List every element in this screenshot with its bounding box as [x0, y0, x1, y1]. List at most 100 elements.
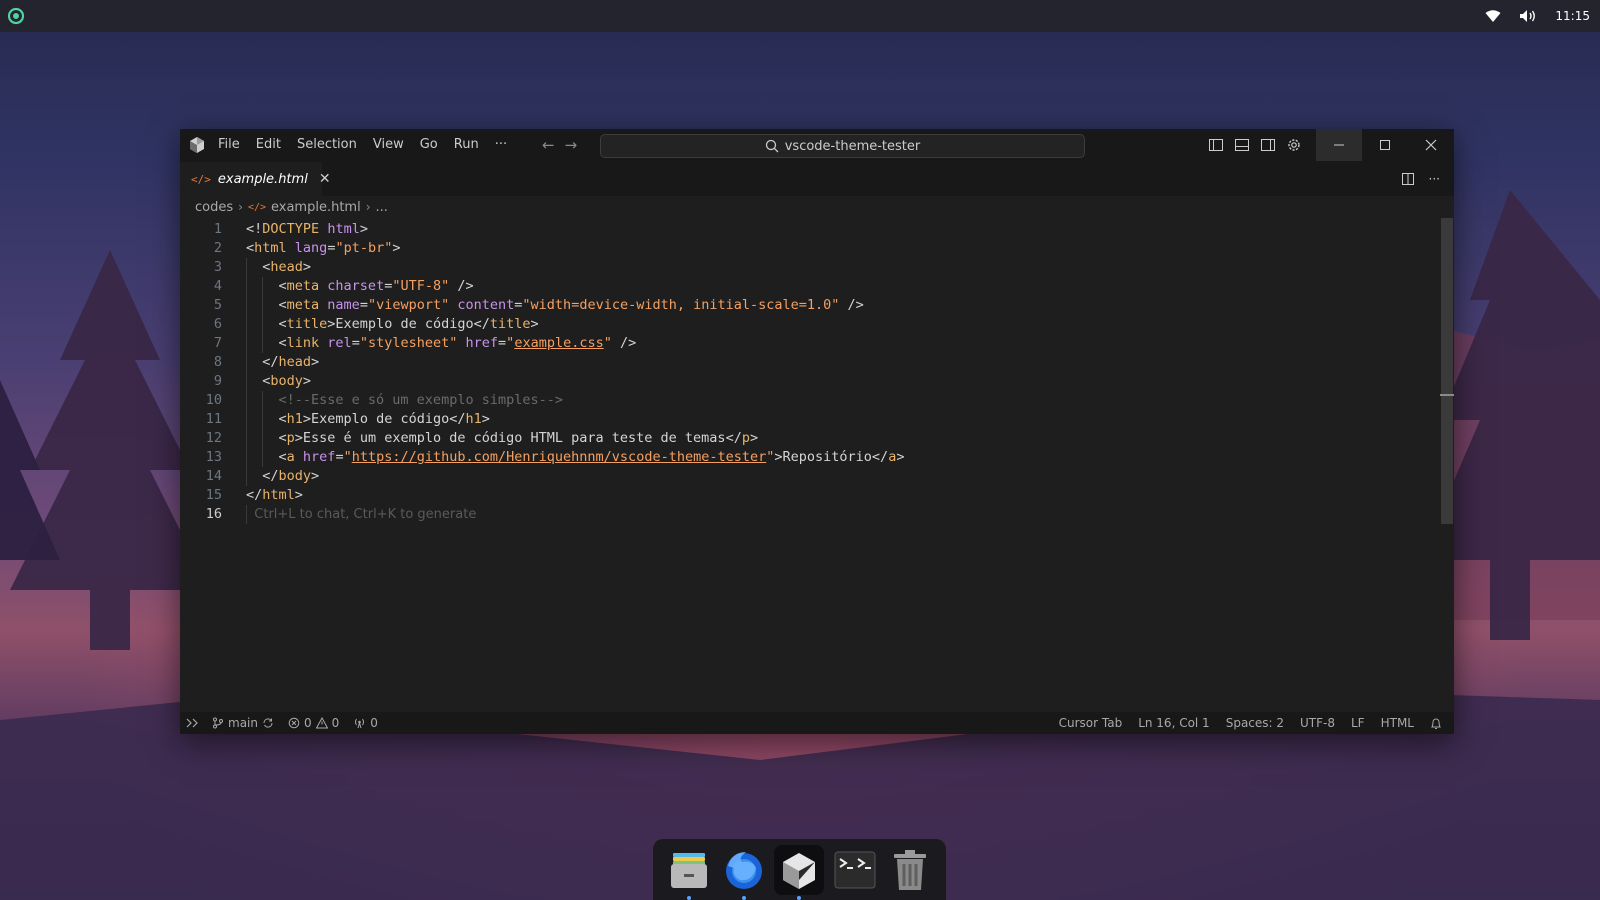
- activities-icon[interactable]: [6, 6, 26, 26]
- code-line[interactable]: 4 <meta charset="UTF-8" />: [180, 277, 1420, 296]
- code-token: title: [489, 316, 531, 332]
- code-text: <!DOCTYPE html>: [246, 220, 368, 239]
- code-token: href: [465, 335, 499, 351]
- code-text: <link rel="stylesheet" href="example.css…: [246, 334, 637, 353]
- git-branch-status[interactable]: main: [212, 716, 274, 730]
- toggle-panel-icon[interactable]: [1234, 137, 1250, 153]
- code-line[interactable]: 2 <html lang="pt-br">: [180, 239, 1420, 258]
- code-token[interactable]: https://github.com/Henriquehnnm/vscode-t…: [352, 449, 767, 465]
- code-token: <: [246, 259, 271, 275]
- command-center-search[interactable]: vscode-theme-tester: [600, 134, 1085, 158]
- menu-edit[interactable]: Edit: [248, 129, 289, 161]
- code-token: title: [286, 316, 328, 332]
- code-token: Exemplo de código: [335, 316, 474, 332]
- volume-icon[interactable]: [1519, 9, 1537, 23]
- tab-close-icon[interactable]: ✕: [319, 171, 331, 187]
- code-editor[interactable]: 1 <!DOCTYPE html> 2 <html lang="pt-br"> 3 <h…: [180, 218, 1454, 710]
- code-token: <: [246, 373, 271, 389]
- running-indicator: [686, 895, 691, 900]
- back-arrow-icon[interactable]: ←: [542, 136, 555, 154]
- code-line[interactable]: 8 </head>: [180, 353, 1420, 372]
- code-token: =: [351, 335, 360, 351]
- cursor-position[interactable]: Ln 16, Col 1: [1138, 716, 1210, 730]
- menu-run[interactable]: Run: [446, 129, 487, 161]
- remote-indicator[interactable]: [186, 717, 198, 729]
- breadcrumb-chevron-icon: ›: [238, 200, 243, 214]
- clock[interactable]: 11:15: [1555, 9, 1590, 23]
- code-line[interactable]: 6 <title>Exemplo de código</title>: [180, 315, 1420, 334]
- wifi-icon[interactable]: [1485, 9, 1501, 23]
- code-line[interactable]: 10 <!--Esse e só um exemplo simples-->: [180, 391, 1420, 410]
- notifications-bell-icon[interactable]: [1430, 717, 1442, 730]
- forward-arrow-icon[interactable]: →: [565, 136, 578, 154]
- code-token: >: [302, 411, 312, 427]
- dock-files[interactable]: [664, 845, 714, 900]
- code-line[interactable]: 13 <a href="https://github.com/Henriqueh…: [180, 448, 1420, 467]
- code-text: <body>: [246, 372, 311, 391]
- line-number: 13: [205, 449, 222, 465]
- minimize-button[interactable]: [1316, 129, 1362, 161]
- indentation-status[interactable]: Spaces: 2: [1226, 716, 1284, 730]
- dock-firefox[interactable]: [719, 845, 769, 900]
- scrollbar-thumb[interactable]: [1441, 218, 1453, 524]
- code-token: <: [246, 297, 287, 313]
- code-text: Ctrl+L to chat, Ctrl+K to generate: [246, 505, 476, 524]
- search-text: vscode-theme-tester: [784, 138, 921, 154]
- code-token[interactable]: example.css: [514, 335, 603, 351]
- code-token: >: [359, 221, 368, 237]
- line-number: 7: [213, 335, 222, 351]
- settings-gear-icon[interactable]: [1286, 137, 1302, 153]
- code-line[interactable]: 1 <!DOCTYPE html>: [180, 220, 1420, 239]
- menu-go[interactable]: Go: [412, 129, 446, 161]
- system-tray: 11:15: [1485, 0, 1590, 32]
- maximize-button[interactable]: [1362, 129, 1408, 161]
- eol-status[interactable]: LF: [1351, 716, 1365, 730]
- code-token: <!--Esse e só um exemplo simples-->: [246, 392, 563, 408]
- code-token: a: [286, 449, 295, 465]
- tab-example-html[interactable]: </> example.html ✕: [180, 161, 331, 196]
- code-line[interactable]: 16 Ctrl+L to chat, Ctrl+K to generate: [180, 505, 1420, 524]
- code-line[interactable]: 9 <body>: [180, 372, 1420, 391]
- breadcrumb-folder[interactable]: codes: [195, 200, 233, 215]
- ports-status[interactable]: 0: [353, 716, 378, 730]
- dock-trash[interactable]: [885, 845, 935, 895]
- code-line[interactable]: 3 <head>: [180, 258, 1420, 277]
- code-line[interactable]: 11 <h1>Exemplo de código</h1>: [180, 410, 1420, 429]
- code-token: <: [246, 430, 287, 446]
- code-token: <: [246, 449, 287, 465]
- cursor-tab-status[interactable]: Cursor Tab: [1059, 716, 1123, 730]
- code-line[interactable]: 12 <p>Esse é um exemplo de código HTML p…: [180, 429, 1420, 448]
- menu-more[interactable]: ···: [487, 129, 515, 161]
- html-file-icon: </>: [191, 172, 211, 186]
- menu-view[interactable]: View: [365, 129, 412, 161]
- encoding-status[interactable]: UTF-8: [1300, 716, 1335, 730]
- code-line[interactable]: 14 </body>: [180, 467, 1420, 486]
- code-token: =: [498, 335, 507, 351]
- line-number: 8: [213, 354, 222, 370]
- breadcrumb-symbol[interactable]: ...: [376, 200, 388, 215]
- breadcrumb-file[interactable]: example.html: [271, 200, 361, 215]
- line-number: 12: [205, 430, 222, 446]
- problems-status[interactable]: 0 0: [288, 716, 339, 730]
- cursor-icon: [783, 852, 816, 889]
- close-window-button[interactable]: [1408, 129, 1454, 161]
- dock-cursor[interactable]: [774, 844, 825, 900]
- code-token: meta: [286, 297, 320, 313]
- split-editor-icon[interactable]: [1401, 172, 1415, 186]
- code-token: >: [530, 316, 539, 332]
- vertical-scrollbar[interactable]: [1440, 218, 1454, 710]
- top-panel: 11:15: [0, 0, 1600, 32]
- more-actions-icon[interactable]: ···: [1429, 172, 1440, 186]
- code-line[interactable]: 15 </html>: [180, 486, 1420, 505]
- dock-terminal[interactable]: [830, 845, 880, 895]
- code-line[interactable]: 7 <link rel="stylesheet" href="example.c…: [180, 334, 1420, 353]
- code-line[interactable]: 5 <meta name="viewport" content="width=d…: [180, 296, 1420, 315]
- toggle-secondary-sidebar-icon[interactable]: [1260, 137, 1276, 153]
- menu-selection[interactable]: Selection: [289, 129, 365, 161]
- menu-file[interactable]: File: [210, 129, 248, 161]
- language-mode[interactable]: HTML: [1381, 716, 1414, 730]
- toggle-primary-sidebar-icon[interactable]: [1208, 137, 1224, 153]
- line-number: 4: [213, 278, 222, 294]
- code-token: Esse é um exemplo de código HTML para te…: [302, 430, 726, 446]
